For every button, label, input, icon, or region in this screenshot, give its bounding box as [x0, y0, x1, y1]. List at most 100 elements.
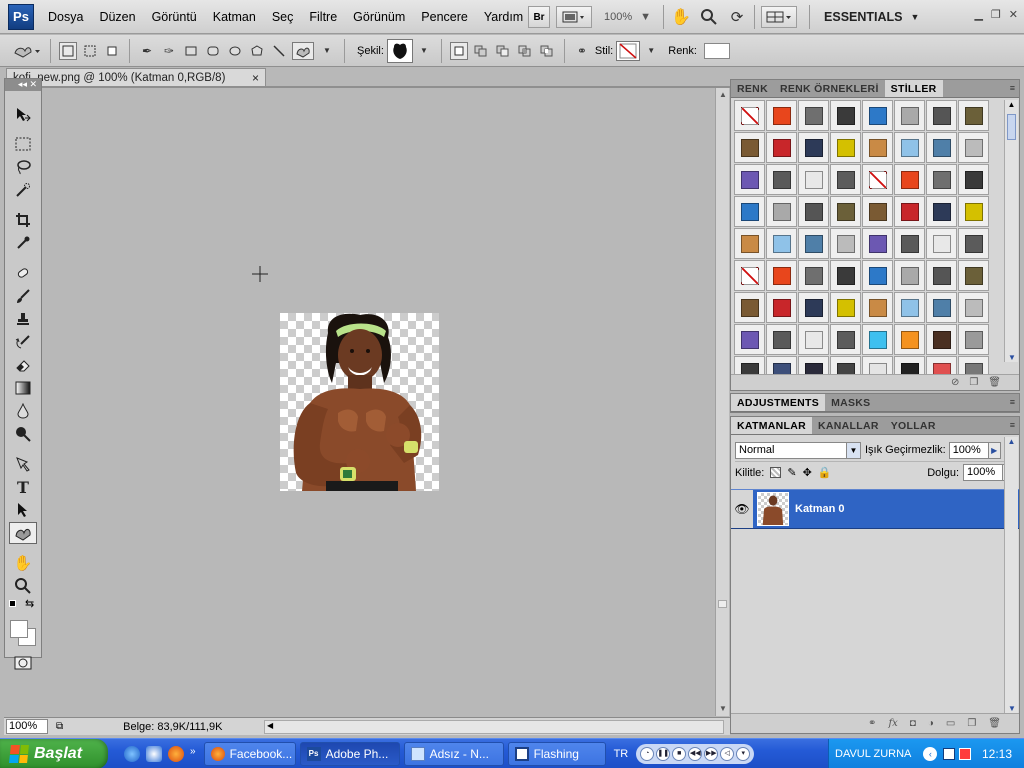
style-swatch[interactable]	[894, 228, 925, 259]
exclude-shape-icon[interactable]	[538, 42, 556, 60]
collapse-icon[interactable]: ◂◂ ✕	[18, 79, 37, 89]
show-desktop-icon[interactable]	[146, 745, 162, 762]
quick-mask-icon[interactable]	[9, 652, 37, 674]
document-image[interactable]	[280, 313, 439, 491]
style-swatch[interactable]	[734, 324, 765, 355]
menu-window[interactable]: Pencere	[413, 0, 476, 34]
panel-menu-icon[interactable]: ≡	[1010, 397, 1015, 407]
style-swatch[interactable]	[926, 196, 957, 227]
lock-all-icon[interactable]: 🔒	[818, 466, 832, 479]
style-swatch[interactable]	[734, 100, 765, 131]
style-swatch[interactable]	[926, 228, 957, 259]
style-swatch[interactable]	[798, 100, 829, 131]
restore-icon[interactable]: ❐	[991, 8, 1001, 21]
style-swatch[interactable]	[894, 132, 925, 163]
opacity-arrow-icon[interactable]: ▶	[988, 441, 1001, 459]
style-swatch[interactable]	[766, 292, 797, 323]
intersect-shape-icon[interactable]	[516, 42, 534, 60]
chevron-down-icon[interactable]: ▼	[642, 42, 660, 60]
lasso-tool-icon[interactable]	[9, 156, 37, 178]
task-notepad[interactable]: Adsız - N...	[403, 741, 504, 766]
task-photoshop[interactable]: Ps Adobe Ph...	[299, 741, 400, 766]
scroll-up-icon[interactable]: ▲	[1005, 100, 1018, 109]
tool-preset-picker[interactable]	[12, 42, 42, 60]
previous-icon[interactable]: ◀◀	[688, 746, 703, 761]
style-swatch[interactable]	[766, 132, 797, 163]
tab-channels[interactable]: KANALLAR	[812, 417, 885, 434]
canvas-horizontal-scrollbar[interactable]: ◀	[264, 720, 724, 734]
layer-row[interactable]: 👁 Katman 0	[731, 489, 1019, 529]
style-swatch[interactable]	[894, 100, 925, 131]
tab-paths[interactable]: YOLLAR	[885, 417, 942, 434]
rounded-rectangle-icon[interactable]	[204, 42, 222, 60]
default-colors-icon[interactable]	[9, 600, 16, 607]
tab-swatches[interactable]: RENK ÖRNEKLERİ	[774, 80, 885, 97]
chevron-right-icon[interactable]: »	[190, 746, 196, 762]
style-swatch[interactable]	[798, 324, 829, 355]
create-new-shape-layer-icon[interactable]	[449, 41, 468, 60]
style-swatch[interactable]	[830, 228, 861, 259]
firefox-icon[interactable]	[168, 745, 184, 762]
language-indicator[interactable]: TR	[614, 748, 629, 760]
hand-tool-icon[interactable]: ✋	[9, 552, 37, 574]
lock-pixels-icon[interactable]: ✎	[787, 466, 796, 479]
zoom-dropdown[interactable]: 100% ▼	[604, 11, 651, 23]
style-swatch[interactable]	[734, 196, 765, 227]
crop-tool-icon[interactable]	[9, 209, 37, 231]
style-swatch[interactable]	[894, 164, 925, 195]
style-swatch[interactable]	[798, 196, 829, 227]
start-button[interactable]: Başlat	[0, 738, 108, 768]
style-swatch[interactable]	[830, 292, 861, 323]
fill-pixels-icon[interactable]	[103, 42, 121, 60]
pen-tool-icon[interactable]	[9, 453, 37, 475]
marquee-tool-icon[interactable]	[9, 133, 37, 155]
canvas-vertical-scrollbar[interactable]: ▲ ▼	[715, 88, 729, 716]
style-swatch[interactable]	[894, 324, 925, 355]
style-swatch[interactable]	[958, 164, 989, 195]
style-swatch[interactable]	[766, 196, 797, 227]
type-tool-icon[interactable]: T	[9, 476, 37, 498]
restore-player-icon[interactable]: ◔	[640, 746, 655, 761]
scroll-thumb[interactable]	[1007, 114, 1016, 140]
link-icon[interactable]: ⚭	[573, 42, 591, 60]
tray-app-icon[interactable]	[943, 748, 956, 760]
style-swatch[interactable]	[766, 260, 797, 291]
gradient-tool-icon[interactable]	[9, 377, 37, 399]
style-swatch[interactable]	[798, 164, 829, 195]
style-swatch[interactable]	[862, 228, 893, 259]
scroll-up-icon[interactable]: ▲	[716, 88, 730, 102]
new-layer-icon[interactable]: ❐	[967, 718, 976, 729]
document-tab[interactable]: kofi_new.png @ 100% (Katman 0,RGB/8) ×	[6, 68, 266, 87]
eye-icon[interactable]: 👁	[731, 490, 753, 528]
style-swatch[interactable]	[734, 292, 765, 323]
tools-panel-header[interactable]: ◂◂ ✕	[5, 79, 41, 91]
style-swatch[interactable]	[766, 164, 797, 195]
style-swatch[interactable]	[734, 228, 765, 259]
tab-adjustments[interactable]: ADJUSTMENTS	[731, 394, 826, 411]
task-flashing[interactable]: Flashing	[507, 741, 606, 766]
tab-styles[interactable]: STİLLER	[884, 80, 943, 97]
style-swatch[interactable]	[798, 228, 829, 259]
lock-transparent-icon[interactable]	[770, 467, 782, 478]
screen-mode-button[interactable]	[556, 6, 592, 28]
scroll-down-icon[interactable]: ▼	[716, 702, 730, 716]
scroll-down-icon[interactable]: ▼	[1005, 704, 1019, 713]
chevron-down-icon[interactable]: ▼	[318, 42, 336, 60]
style-swatch[interactable]	[958, 100, 989, 131]
blend-mode-select[interactable]: Normal ▼	[735, 441, 861, 459]
style-swatch[interactable]	[862, 324, 893, 355]
style-swatch[interactable]	[926, 260, 957, 291]
new-style-icon[interactable]: ❐	[969, 377, 978, 388]
zoom-tool-icon[interactable]	[9, 575, 37, 597]
link-layers-icon[interactable]: ⚭	[868, 718, 876, 729]
status-zoom-field[interactable]: 100%	[6, 719, 48, 734]
fill-field[interactable]: 100%	[963, 464, 1003, 481]
task-facebook[interactable]: Facebook...	[203, 741, 296, 766]
add-mask-icon[interactable]: ◘	[910, 718, 916, 729]
quick-selection-tool-icon[interactable]	[9, 179, 37, 201]
style-swatch[interactable]	[926, 100, 957, 131]
eraser-tool-icon[interactable]	[9, 354, 37, 376]
minimize-icon[interactable]: ▁	[974, 8, 982, 21]
bridge-button[interactable]: Br	[528, 6, 550, 28]
style-swatch[interactable]	[894, 292, 925, 323]
